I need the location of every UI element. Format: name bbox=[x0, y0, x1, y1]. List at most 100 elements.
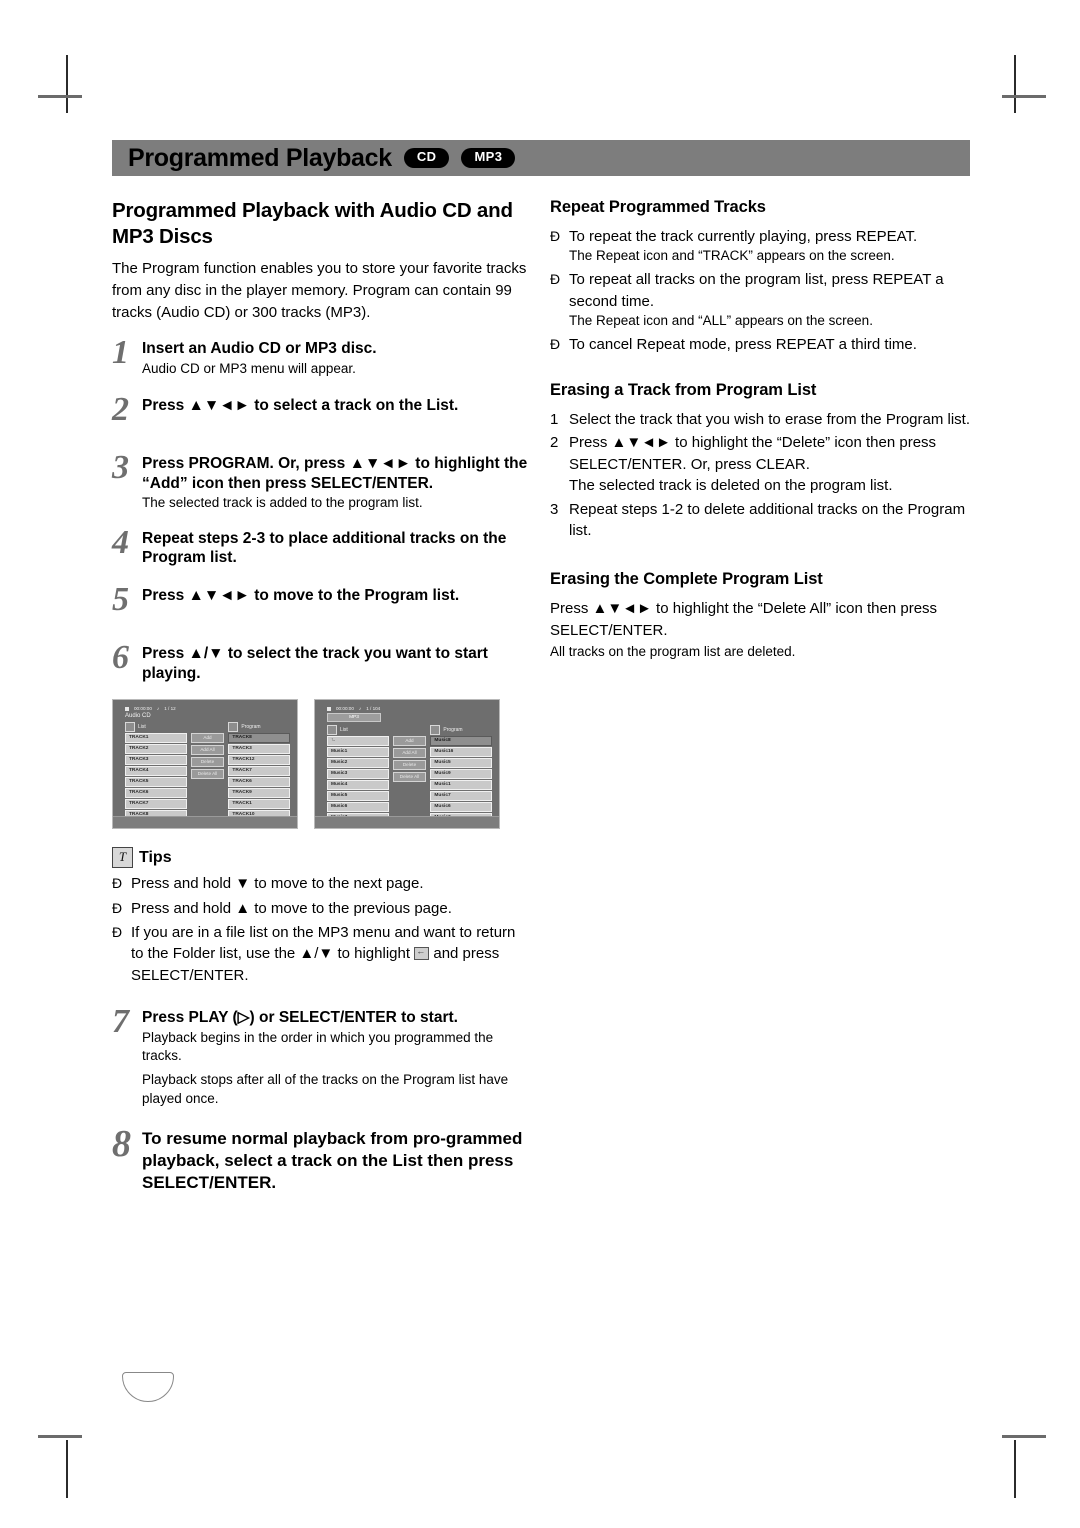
list-item-parent-folder[interactable]: ↑. bbox=[327, 736, 389, 747]
list-icon bbox=[125, 722, 135, 733]
program-item[interactable]: TRACK9 bbox=[228, 788, 290, 799]
step-note: Playback stops after all of the tracks o… bbox=[142, 1072, 509, 1106]
osd-program-header: Program bbox=[228, 722, 290, 733]
bullet-text: To repeat the track currently playing, p… bbox=[569, 228, 918, 245]
list-item[interactable]: Music1 bbox=[327, 747, 389, 758]
list-item[interactable]: Music6 bbox=[327, 802, 389, 813]
delete-all-button[interactable]: Delete All bbox=[190, 769, 225, 780]
list-item[interactable]: TRACK1 bbox=[125, 733, 187, 744]
step-title: To resume normal playback from pro-gramm… bbox=[142, 1129, 523, 1193]
step-title: Insert an Audio CD or MP3 disc. bbox=[142, 340, 377, 358]
osd-time: 00:00:00 bbox=[336, 706, 354, 712]
step-7: 7 Press PLAY (▷) or SELECT/ENTER to star… bbox=[112, 1005, 532, 1108]
stop-icon bbox=[327, 706, 331, 711]
program-item[interactable]: Music8 bbox=[430, 736, 492, 747]
delete-button[interactable]: Delete bbox=[190, 757, 225, 768]
list-item[interactable]: TRACK5 bbox=[125, 777, 187, 788]
delete-all-button[interactable]: Delete All bbox=[392, 772, 427, 783]
program-item[interactable]: TRACK8 bbox=[228, 733, 290, 744]
osd-screen-audio-cd: 00:00:00 ♪ 1 / 12 Audio CD List TRACK1 T bbox=[112, 699, 298, 830]
crop-mark-top-left bbox=[66, 55, 68, 113]
tip-item: Ð Press and hold ▼ to move to the next p… bbox=[112, 873, 532, 894]
erase-all-heading: Erasing the Complete Program List bbox=[550, 569, 823, 588]
bullet-mark: Ð bbox=[550, 271, 561, 288]
program-item[interactable]: Music9 bbox=[430, 769, 492, 780]
content-columns: Programmed Playback with Audio CD and MP… bbox=[112, 198, 970, 1194]
step-6: 6 Press ▲/▼ to select the track you want… bbox=[112, 641, 532, 683]
tips-header: T Tips bbox=[112, 847, 532, 869]
repeat-bullet: Ð To cancel Repeat mode, press REPEAT a … bbox=[550, 334, 970, 355]
program-item[interactable]: TRACK7 bbox=[228, 766, 290, 777]
item-body: Press ▲▼◄► to highlight the “Delete” ico… bbox=[569, 432, 970, 496]
program-item[interactable]: Music7 bbox=[430, 791, 492, 802]
tip-item: Ð Press and hold ▲ to move to the previo… bbox=[112, 898, 532, 919]
program-item[interactable]: Music1 bbox=[430, 780, 492, 791]
program-icon bbox=[228, 722, 239, 733]
bullet-text: To repeat all tracks on the program list… bbox=[569, 271, 944, 310]
repeat-bullet: Ð To repeat the track currently playing,… bbox=[550, 226, 970, 266]
tips-icon: T bbox=[112, 847, 133, 869]
osd-list-header: List bbox=[125, 722, 187, 733]
list-item[interactable]: Music4 bbox=[327, 780, 389, 791]
bullet-body: To repeat the track currently playing, p… bbox=[569, 226, 970, 266]
crop-mark-right-top bbox=[1002, 95, 1046, 98]
list-item[interactable]: Music2 bbox=[327, 758, 389, 769]
add-button[interactable]: Add bbox=[392, 736, 427, 747]
program-item[interactable]: Music5 bbox=[430, 758, 492, 769]
osd-screen-illustrations: 00:00:00 ♪ 1 / 12 Audio CD List TRACK1 T bbox=[112, 699, 532, 830]
crop-mark-left-top bbox=[38, 95, 82, 98]
folder-up-icon bbox=[414, 945, 430, 961]
step-1: 1 Insert an Audio CD or MP3 disc. Audio … bbox=[112, 334, 532, 378]
delete-button[interactable]: Delete bbox=[392, 760, 427, 771]
list-item[interactable]: TRACK6 bbox=[125, 788, 187, 799]
list-item[interactable]: TRACK3 bbox=[125, 755, 187, 766]
osd-status-bar: 00:00:00 ♪ 1 / 12 bbox=[120, 706, 290, 711]
list-item[interactable]: TRACK4 bbox=[125, 766, 187, 777]
add-all-button[interactable]: Add All bbox=[190, 745, 225, 756]
osd-track-counter: 1 / 104 bbox=[366, 706, 381, 712]
list-item[interactable]: Music3 bbox=[327, 769, 389, 780]
erase-track-item: 1 Select the track that you wish to eras… bbox=[550, 409, 970, 430]
step-note: The selected track is added to the progr… bbox=[142, 495, 423, 511]
step-4: 4 Repeat steps 2-3 to place additional t… bbox=[112, 523, 532, 568]
add-all-button[interactable]: Add All bbox=[392, 748, 427, 759]
program-item[interactable]: Music6 bbox=[430, 802, 492, 813]
step-title: Press PROGRAM. Or, press ▲▼◄► to highlig… bbox=[142, 455, 528, 492]
list-item[interactable]: Music5 bbox=[327, 791, 389, 802]
bullet-mark: Ð bbox=[112, 923, 123, 940]
osd-columns: List TRACK1 TRACK2 TRACK3 TRACK4 TRACK5 … bbox=[120, 722, 290, 826]
tips-label: Tips bbox=[139, 848, 172, 866]
step-title: Press ▲/▼ to select the track you want t… bbox=[142, 645, 488, 682]
tip-text-group: If you are in a file list on the MP3 men… bbox=[131, 922, 532, 986]
step-number: 8 bbox=[112, 1123, 131, 1166]
add-button[interactable]: Add bbox=[190, 733, 225, 744]
program-item[interactable]: TRACK6 bbox=[228, 777, 290, 788]
left-intro: The Program function enables you to stor… bbox=[112, 260, 527, 322]
osd-program-column: Program Music8 Music16 Music5 Music9 Mus… bbox=[430, 725, 492, 829]
badge-cd: CD bbox=[403, 148, 450, 168]
stop-icon bbox=[125, 706, 129, 711]
list-item[interactable]: TRACK2 bbox=[125, 744, 187, 755]
osd-time: 00:00:00 bbox=[134, 706, 152, 712]
list-item[interactable]: TRACK7 bbox=[125, 799, 187, 810]
item-number: 1 bbox=[550, 411, 559, 428]
list-icon bbox=[327, 725, 337, 736]
page-title: Programmed Playback bbox=[128, 143, 392, 172]
program-item[interactable]: TRACK3 bbox=[228, 744, 290, 755]
osd-list-header: List bbox=[327, 725, 389, 736]
step-8: 8 To resume normal playback from pro-gra… bbox=[112, 1123, 532, 1194]
item-text: Select the track that you wish to erase … bbox=[569, 411, 971, 428]
osd-program-header-label: Program bbox=[443, 727, 463, 734]
bullet-note: The Repeat icon and “ALL” appears on the… bbox=[569, 312, 873, 328]
step-title: Press ▲▼◄► to select a track on the List… bbox=[142, 397, 459, 415]
step-number: 1 bbox=[112, 334, 129, 372]
osd-footer-bar bbox=[315, 816, 499, 829]
step-number: 4 bbox=[112, 523, 129, 561]
program-item[interactable]: Music16 bbox=[430, 747, 492, 758]
program-item[interactable]: TRACK12 bbox=[228, 755, 290, 766]
step-3: 3 Press PROGRAM. Or, press ▲▼◄► to highl… bbox=[112, 451, 532, 512]
osd-button-column: Add Add All Delete Delete All bbox=[190, 723, 225, 826]
repeat-heading: Repeat Programmed Tracks bbox=[550, 198, 766, 216]
program-item[interactable]: TRACK1 bbox=[228, 799, 290, 810]
program-icon bbox=[430, 725, 441, 736]
